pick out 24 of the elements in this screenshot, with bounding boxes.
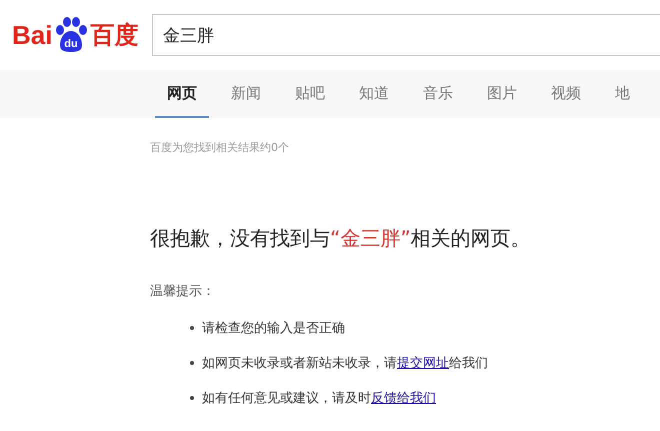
tip-text: 如网页未收录或者新站未收录，请	[202, 354, 397, 372]
logo-text: 百度	[90, 21, 138, 51]
nav-tab[interactable]: 地	[603, 70, 642, 118]
baidu-logo[interactable]: Bai du 百度	[12, 16, 142, 54]
nav-tab[interactable]: 音乐	[411, 70, 465, 118]
nav-tab[interactable]: 新闻	[219, 70, 273, 118]
result-count: 百度为您找到相关结果约0个	[150, 140, 290, 155]
nav-tab[interactable]: 图片	[475, 70, 529, 118]
tip-link[interactable]: 反馈给我们	[371, 388, 436, 406]
tips-title: 温馨提示：	[150, 283, 216, 300]
tip-text: 请检查您的输入是否正确	[202, 320, 345, 336]
bullet-icon	[190, 326, 194, 330]
bullet-icon	[190, 396, 194, 400]
no-results-message: 很抱歉，没有找到与“金三胖”相关的网页。	[150, 225, 532, 252]
search-field[interactable]: 金三胖	[152, 14, 660, 56]
bullet-icon	[190, 360, 194, 364]
nav-tab[interactable]: 贴吧	[283, 70, 337, 118]
tip-link[interactable]: 提交网址	[397, 354, 449, 372]
nav-tab[interactable]: 网页	[155, 70, 209, 118]
nav-tab[interactable]: 视频	[539, 70, 593, 118]
nav-tab[interactable]: 知道	[347, 70, 401, 118]
tip-text: 如有任何意见或建议，请及时	[202, 390, 371, 406]
logo-text: Bai	[12, 20, 52, 50]
tip-text: 给我们	[449, 354, 488, 372]
